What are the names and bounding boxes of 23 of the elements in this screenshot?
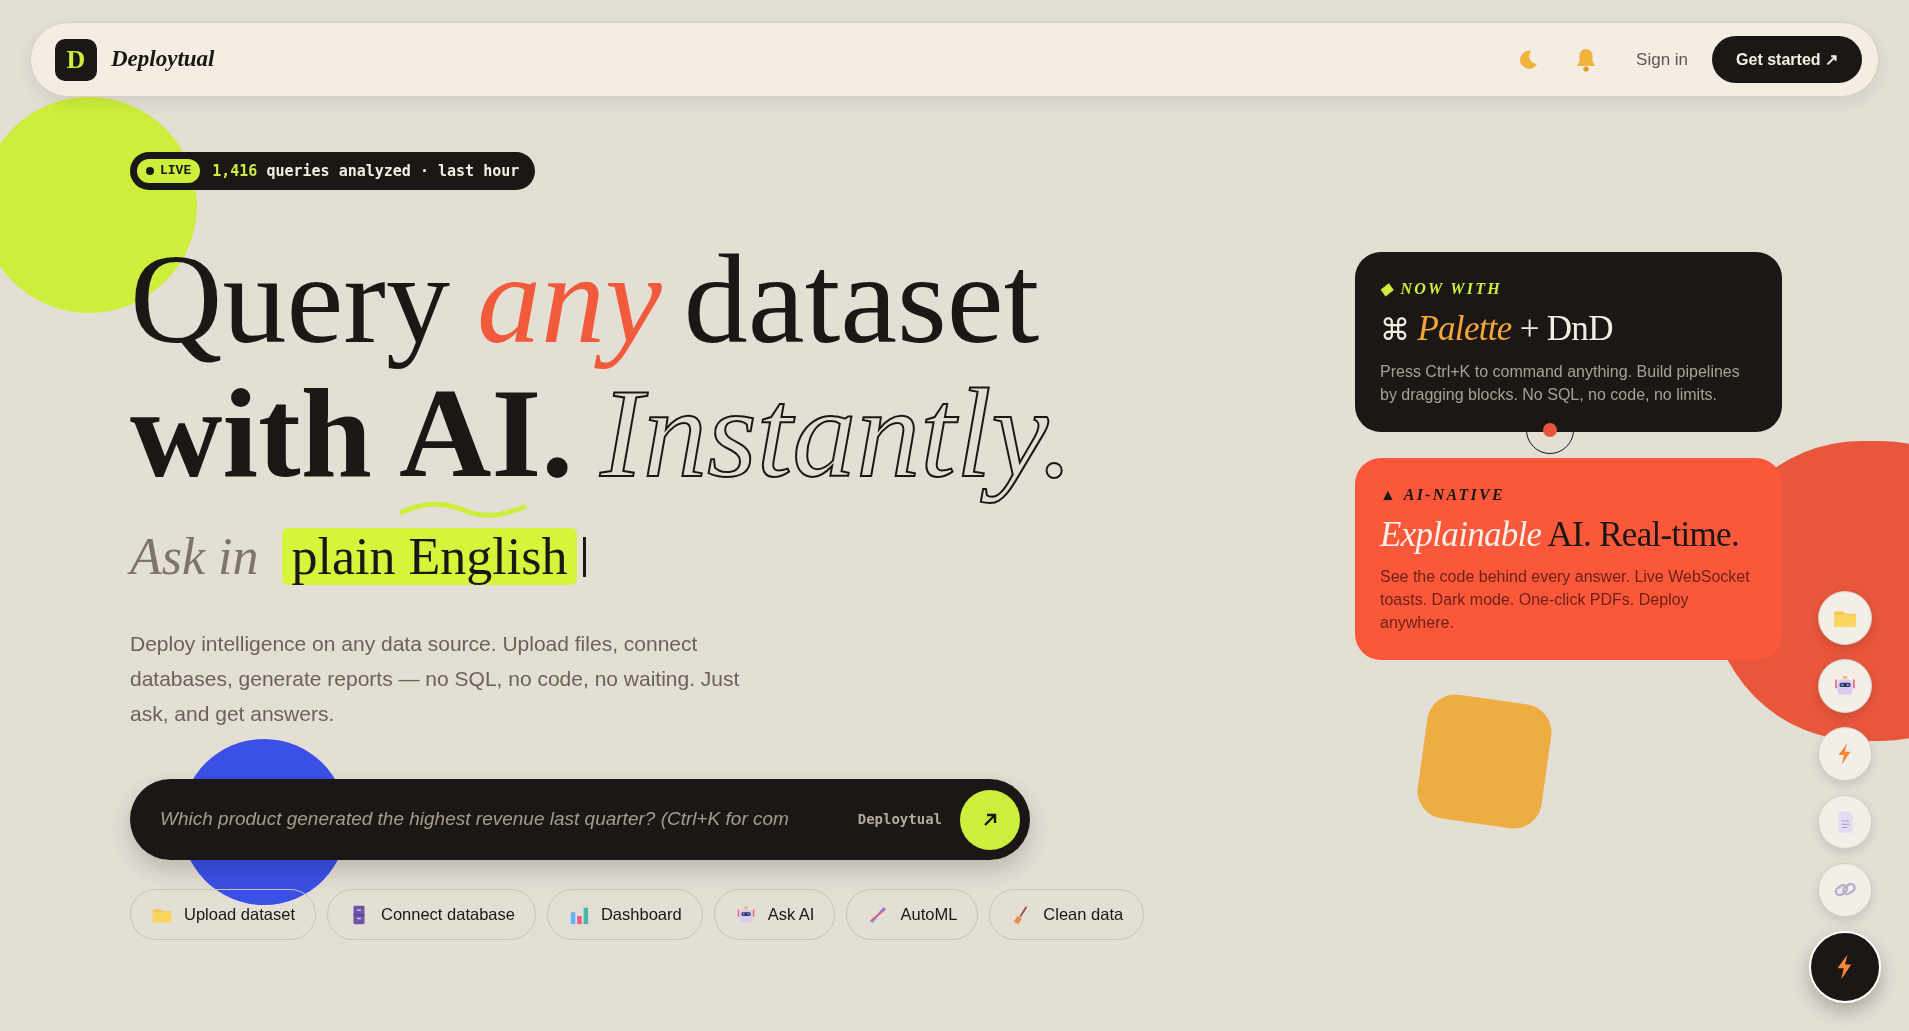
headline-word: with — [130, 362, 372, 506]
sign-in-link[interactable]: Sign in — [1636, 46, 1689, 73]
send-button[interactable] — [960, 789, 1020, 850]
get-started-button[interactable]: Get started ↗ — [1712, 36, 1862, 83]
floating-action-button[interactable] — [1818, 727, 1872, 781]
live-label: LIVE — [160, 162, 192, 181]
card-title: ⌘ Palette + DnD — [1380, 308, 1614, 350]
card-description: Press Ctrl+K to command anything. Build pipelines by dragging blocks. No SQL, no code, no limits. — [1380, 362, 1741, 405]
headline-word: dataset — [683, 227, 1041, 372]
card-kicker: ▲ AI-NATIVE — [1380, 485, 1506, 505]
search-bar[interactable]: Which product generated the highest revenue last quarter? (Ctrl+K for com Deploytual — [130, 779, 1030, 860]
card-title: Explainable AI. Real-time. — [1380, 514, 1740, 556]
description-paragraph: Deploy intelligence on any data source. Upload files, connect databases, generate reports — no SQL, no code, no waiting. Just ask, and get answers. — [130, 631, 741, 727]
search-input[interactable]: Which product generated the highest revenue last quarter? (Ctrl+K for com — [160, 805, 844, 834]
card-kicker: ◆ NOW WITH — [1380, 279, 1503, 299]
card-description: See the code behind every answer. Live WebSocket toasts. Dark mode. One-click PDFs. Deploy anywhere. — [1380, 567, 1751, 633]
live-stats-text: 1,416 queries analyzed · last hour — [212, 160, 520, 182]
text-cursor — [583, 537, 587, 577]
search-brand-label: Deploytual — [857, 810, 942, 829]
quick-actions-button[interactable] — [1809, 931, 1881, 1003]
brand-name[interactable]: Deploytual — [111, 42, 215, 77]
floating-action-button[interactable] — [1818, 863, 1872, 917]
logo-mark[interactable]: D — [55, 38, 97, 81]
